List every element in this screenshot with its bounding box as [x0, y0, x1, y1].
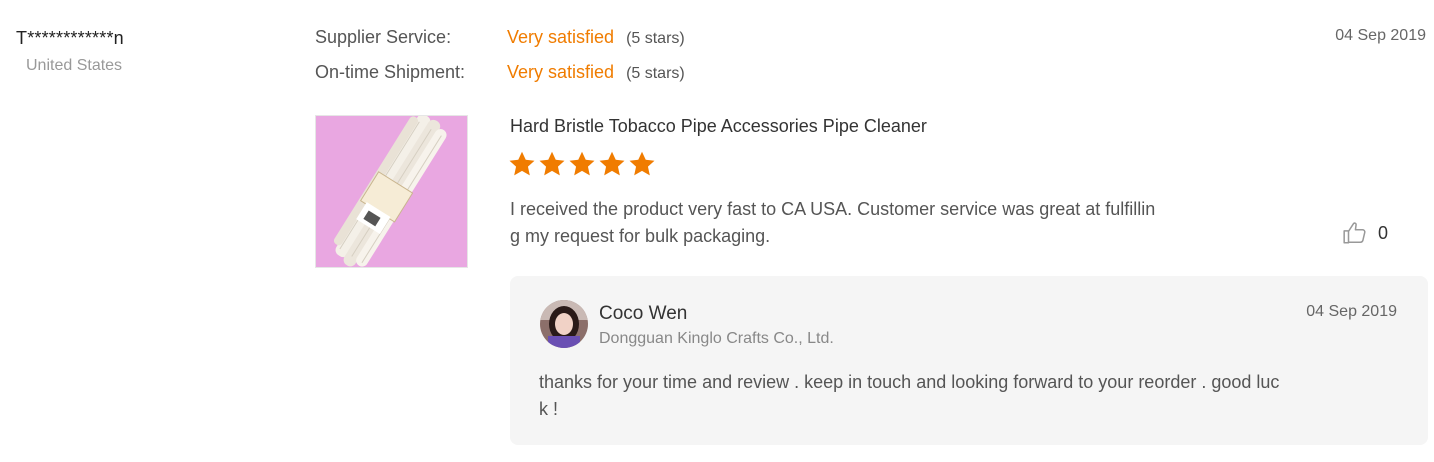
- supplier-reply: Coco Wen Dongguan Kinglo Crafts Co., Ltd…: [510, 276, 1428, 445]
- avatar-image: [540, 300, 588, 348]
- rating-stars-text: (5 stars): [626, 30, 685, 47]
- product-image[interactable]: [315, 115, 468, 268]
- reply-date: 04 Sep 2019: [1306, 303, 1397, 320]
- supplier-ratings: Supplier Service: Very satisfied (5 star…: [315, 27, 685, 97]
- rating-value: Very satisfied: [507, 27, 615, 47]
- reply-text-line: thanks for your time and review . keep i…: [539, 372, 1280, 392]
- star-icon: [569, 151, 595, 176]
- rating-row-supplier-service: Supplier Service: Very satisfied (5 star…: [315, 27, 685, 62]
- rating-value: Very satisfied: [507, 62, 615, 82]
- avatar: [540, 300, 588, 348]
- reviewer-country: United States: [26, 57, 123, 74]
- review-date: 04 Sep 2019: [1335, 27, 1426, 44]
- pipe-cleaner-image: [316, 116, 467, 267]
- review-text-line: g my request for bulk packaging.: [510, 226, 771, 246]
- reply-author-name: Coco Wen: [599, 303, 688, 324]
- star-icon: [599, 151, 625, 176]
- like-button[interactable]: 0: [1342, 220, 1388, 246]
- reviewer-name: T************n: [16, 28, 124, 48]
- rating-label: Supplier Service:: [315, 27, 452, 47]
- reply-company[interactable]: Dongguan Kinglo Crafts Co., Ltd.: [599, 330, 834, 348]
- like-count: 0: [1378, 222, 1389, 243]
- reply-text-line: k !: [539, 399, 559, 419]
- rating-label: On-time Shipment:: [315, 62, 466, 82]
- reviewer-info: T************n United States: [16, 28, 124, 75]
- product-title[interactable]: Hard Bristle Tobacco Pipe Accessories Pi…: [510, 116, 927, 137]
- reply-text: thanks for your time and review . keep i…: [539, 369, 1399, 423]
- product-star-rating: [508, 150, 656, 178]
- star-icon: [629, 151, 655, 176]
- star-icon: [509, 151, 535, 176]
- rating-stars-text: (5 stars): [626, 65, 685, 82]
- thumbs-up-icon: [1343, 222, 1366, 244]
- review-text-line: I received the product very fast to CA U…: [510, 199, 1156, 219]
- rating-row-on-time-shipment: On-time Shipment: Very satisfied (5 star…: [315, 62, 685, 97]
- review-text: I received the product very fast to CA U…: [510, 196, 1260, 250]
- star-icon: [539, 151, 565, 176]
